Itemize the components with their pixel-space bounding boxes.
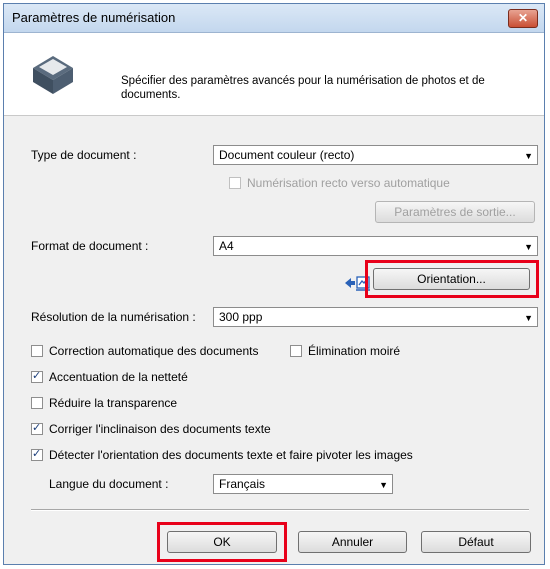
dialog-title: Paramètres de numérisation	[12, 10, 176, 25]
title-bar[interactable]: Paramètres de numérisation ✕	[4, 4, 544, 33]
skew-checkbox-box[interactable]	[31, 421, 43, 435]
auto-correction-checkbox[interactable]: Correction automatique des documents	[31, 344, 258, 360]
moire-label: Élimination moiré	[308, 344, 401, 358]
dialog-description: Spécifier des paramètres avancés pour la…	[121, 75, 485, 101]
moire-checkbox-box[interactable]	[290, 345, 302, 357]
show-through-checkbox[interactable]: Réduire la transparence	[31, 396, 177, 412]
close-button[interactable]: ✕	[508, 9, 538, 28]
sharpen-checkbox[interactable]: Accentuation de la netteté	[31, 369, 188, 386]
document-size-value: A4	[219, 239, 234, 253]
cancel-button[interactable]: Annuler	[298, 531, 407, 553]
chevron-down-icon: ▼	[524, 151, 533, 161]
language-select[interactable]: Français ▼	[213, 474, 393, 494]
resolution-value: 300 ppp	[219, 310, 263, 324]
scanner-icon	[33, 56, 73, 94]
chevron-down-icon: ▼	[524, 313, 533, 323]
close-icon: ✕	[517, 11, 529, 25]
output-settings-button[interactable]: Paramètres de sortie...	[375, 201, 535, 223]
auto-correction-checkbox-box[interactable]	[31, 345, 43, 357]
language-label: Langue du document :	[49, 477, 169, 491]
document-type-value: Document couleur (recto)	[219, 148, 355, 162]
document-type-label: Type de document :	[31, 148, 137, 162]
chevron-down-icon: ▼	[379, 480, 388, 490]
duplex-checkbox[interactable]: Numérisation recto verso automatique	[229, 176, 450, 192]
dialog-header: Spécifier des paramètres avancés pour la…	[4, 33, 544, 116]
sharpen-checkbox-box[interactable]	[31, 369, 43, 383]
skew-label: Corriger l'inclinaison des documents tex…	[49, 422, 271, 436]
resolution-select[interactable]: 300 ppp ▼	[213, 307, 538, 327]
show-through-checkbox-box[interactable]	[31, 397, 43, 409]
orientation-highlight	[365, 260, 539, 298]
ok-highlight	[157, 522, 287, 562]
document-type-select[interactable]: Document couleur (recto) ▼	[213, 145, 538, 165]
detect-orientation-label: Détecter l'orientation des documents tex…	[49, 448, 413, 462]
scan-settings-dialog: Paramètres de numérisation ✕ Spécifier d…	[3, 3, 545, 565]
show-through-label: Réduire la transparence	[49, 396, 178, 410]
skew-checkbox[interactable]: Corriger l'inclinaison des documents tex…	[31, 421, 271, 438]
language-value: Français	[219, 477, 266, 491]
document-size-label: Format de document :	[31, 239, 149, 253]
duplex-checkbox-box[interactable]	[229, 177, 241, 189]
resolution-label: Résolution de la numérisation :	[31, 310, 196, 324]
duplex-checkbox-label: Numérisation recto verso automatique	[247, 176, 450, 190]
detect-orientation-checkbox-box[interactable]	[31, 447, 43, 461]
moire-checkbox[interactable]: Élimination moiré	[290, 344, 400, 360]
detect-orientation-checkbox[interactable]: Détecter l'orientation des documents tex…	[31, 447, 413, 464]
sharpen-label: Accentuation de la netteté	[49, 370, 188, 384]
default-button[interactable]: Défaut	[421, 531, 531, 553]
chevron-down-icon: ▼	[524, 242, 533, 252]
auto-correction-label: Correction automatique des documents	[49, 344, 259, 358]
footer-separator	[31, 509, 529, 511]
document-size-select[interactable]: A4 ▼	[213, 236, 538, 256]
